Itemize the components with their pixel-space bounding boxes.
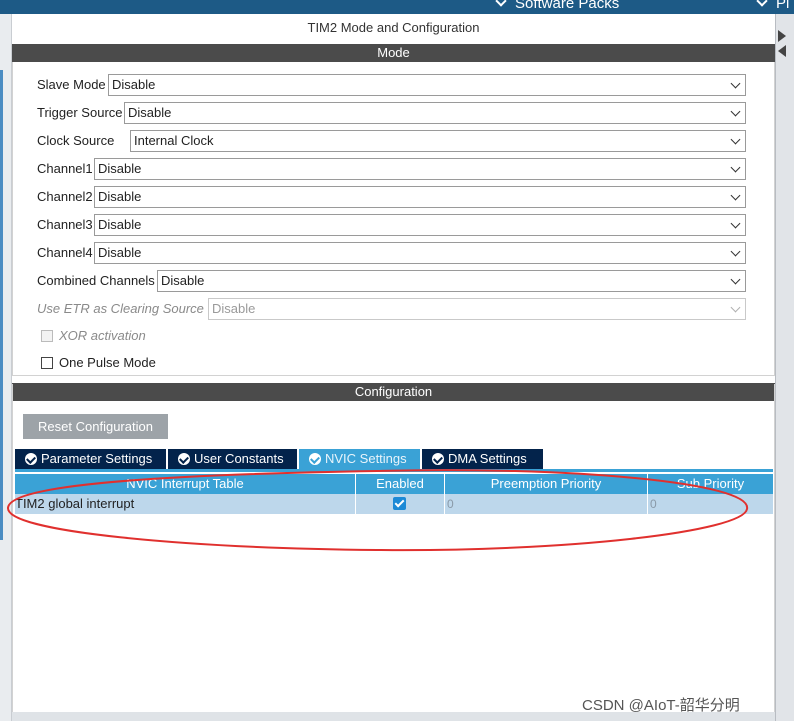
- slave-mode-label: Slave Mode: [37, 77, 106, 92]
- one-pulse-mode-checkbox[interactable]: [41, 357, 53, 369]
- channel4-row: Channel4 Disable: [37, 242, 747, 264]
- channel3-label: Channel3: [37, 217, 93, 232]
- channel1-value: Disable: [98, 161, 142, 176]
- one-pulse-mode-row: One Pulse Mode: [41, 355, 241, 371]
- channel1-select[interactable]: Disable: [94, 158, 746, 180]
- mode-section-header: Mode: [12, 44, 775, 62]
- trigger-source-label: Trigger Source: [37, 105, 123, 120]
- tab-label: Parameter Settings: [41, 451, 153, 466]
- software-packs-menu[interactable]: Software Packs: [495, 0, 620, 12]
- tab-nvic-settings[interactable]: NVIC Settings: [299, 449, 420, 469]
- collapse-left-icon[interactable]: [778, 45, 786, 57]
- one-pulse-mode-label: One Pulse Mode: [59, 355, 156, 370]
- trigger-source-select[interactable]: Disable: [124, 102, 746, 124]
- tab-label: NVIC Settings: [325, 451, 407, 466]
- channel2-row: Channel2 Disable: [37, 186, 747, 208]
- channel2-select[interactable]: Disable: [94, 186, 746, 208]
- xor-activation-label: XOR activation: [59, 328, 146, 343]
- chevron-down-icon: [495, 0, 507, 7]
- tab-parameter-settings[interactable]: Parameter Settings: [15, 449, 166, 469]
- channel3-row: Channel3 Disable: [37, 214, 747, 236]
- tab-user-constants[interactable]: User Constants: [168, 449, 297, 469]
- trigger-source-value: Disable: [128, 105, 172, 120]
- pinout-label: Pi: [776, 0, 790, 12]
- panel-title: TIM2 Mode and Configuration: [307, 20, 480, 35]
- channel3-select[interactable]: Disable: [94, 214, 746, 236]
- check-circle-icon: [178, 453, 190, 465]
- clock-source-row: Clock Source Internal Clock: [37, 130, 747, 152]
- chevron-down-icon: [730, 218, 741, 229]
- trigger-source-row: Trigger Source Disable: [37, 102, 747, 124]
- clock-source-label: Clock Source: [37, 133, 115, 148]
- chevron-down-icon: [730, 274, 741, 285]
- channel4-value: Disable: [98, 245, 142, 260]
- clock-source-value: Internal Clock: [134, 133, 214, 148]
- slave-mode-row: Slave Mode Disable: [37, 74, 747, 96]
- tim2-config-panel: TIM2 Mode and Configuration Mode Slave M…: [12, 14, 775, 712]
- combined-channels-label: Combined Channels: [37, 273, 155, 288]
- xor-activation-row: XOR activation: [41, 328, 241, 344]
- expand-right-icon[interactable]: [778, 30, 786, 42]
- xor-activation-checkbox: [41, 330, 53, 342]
- etr-clearing-row: Use ETR as Clearing Source Disable: [37, 298, 747, 320]
- check-circle-icon: [309, 453, 321, 465]
- software-packs-label: Software Packs: [515, 0, 620, 12]
- chevron-down-icon: [730, 162, 741, 173]
- watermark-text: CSDN @AIoT-韶华分明: [582, 697, 740, 714]
- combined-channels-select[interactable]: Disable: [157, 270, 746, 292]
- chevron-down-icon: [730, 106, 741, 117]
- channel2-label: Channel2: [37, 189, 93, 204]
- right-splitter[interactable]: [775, 14, 794, 721]
- annotation-ellipse: [6, 469, 749, 552]
- pinout-menu[interactable]: Pi: [756, 0, 790, 12]
- channel3-value: Disable: [98, 217, 142, 232]
- check-circle-icon: [25, 453, 37, 465]
- channel1-label: Channel1: [37, 161, 93, 176]
- combined-channels-value: Disable: [161, 273, 205, 288]
- tab-label: DMA Settings: [448, 451, 527, 466]
- check-circle-icon: [432, 453, 444, 465]
- channel2-value: Disable: [98, 189, 142, 204]
- tab-dma-settings[interactable]: DMA Settings: [422, 449, 543, 469]
- slave-mode-select[interactable]: Disable: [108, 74, 746, 96]
- channel4-select[interactable]: Disable: [94, 242, 746, 264]
- chevron-down-icon: [730, 190, 741, 201]
- chevron-down-icon: [730, 302, 741, 313]
- reset-configuration-button[interactable]: Reset Configuration: [23, 414, 168, 439]
- clock-source-select[interactable]: Internal Clock: [130, 130, 746, 152]
- chevron-down-icon: [730, 134, 741, 145]
- top-toolbar: Software Packs Pi: [0, 0, 794, 14]
- etr-clearing-value: Disable: [212, 301, 256, 316]
- combined-channels-row: Combined Channels Disable: [37, 270, 747, 292]
- slave-mode-value: Disable: [112, 77, 156, 92]
- tab-label: User Constants: [194, 451, 284, 466]
- chevron-down-icon: [730, 246, 741, 257]
- channel1-row: Channel1 Disable: [37, 158, 747, 180]
- etr-clearing-label: Use ETR as Clearing Source: [37, 301, 204, 316]
- left-splitter[interactable]: [0, 14, 12, 721]
- chevron-down-icon: [730, 78, 741, 89]
- etr-clearing-select: Disable: [208, 298, 746, 320]
- channel4-label: Channel4: [37, 245, 93, 260]
- chevron-down-icon: [756, 0, 768, 7]
- left-splitter-marker: [0, 70, 3, 540]
